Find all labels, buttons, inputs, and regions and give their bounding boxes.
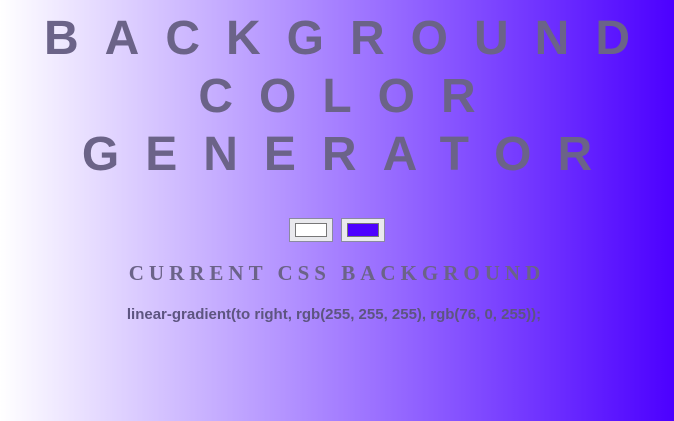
title-line-3: GENERATOR bbox=[81, 128, 619, 181]
color-swatch-1 bbox=[295, 223, 327, 237]
section-heading: CURRENT CSS BACKGROUND bbox=[128, 261, 546, 285]
color-swatch-2 bbox=[347, 223, 379, 237]
color-input-1[interactable] bbox=[289, 218, 333, 242]
title-line-2: COLOR bbox=[198, 70, 502, 123]
css-output-text: linear-gradient(to right, rgb(255, 255, … bbox=[126, 306, 542, 323]
title-line-1: BACKGROUND bbox=[44, 12, 656, 65]
color-pickers bbox=[0, 218, 674, 242]
color-input-2[interactable] bbox=[341, 218, 385, 242]
page-title: BACKGROUND COLOR GENERATOR bbox=[0, 10, 674, 184]
